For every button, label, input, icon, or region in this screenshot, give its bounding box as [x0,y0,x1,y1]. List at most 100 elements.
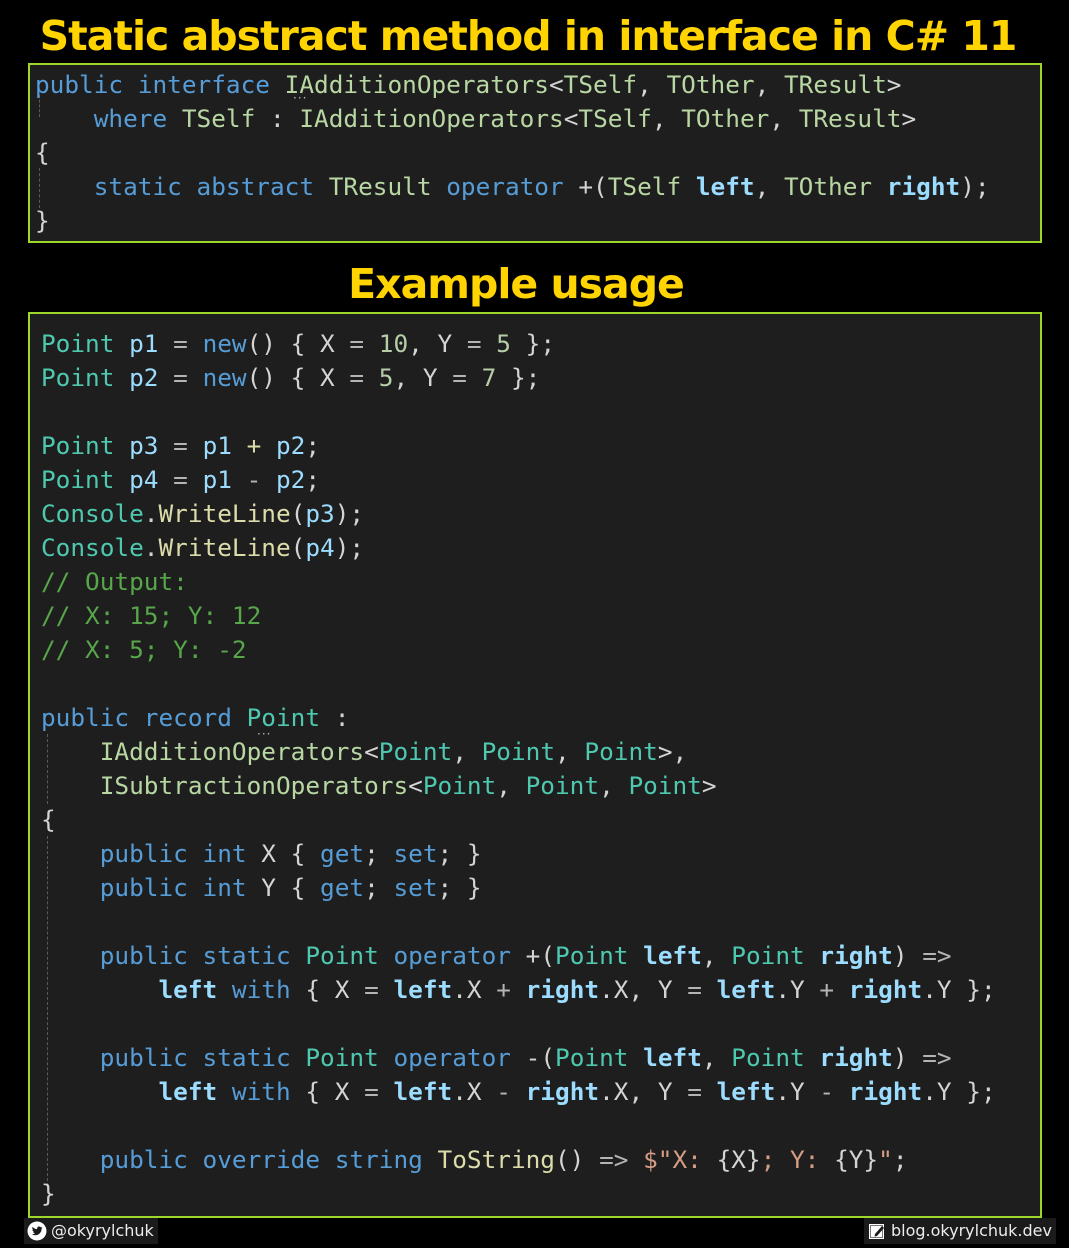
code-token: Point [305,941,379,970]
code-token: right [819,1043,893,1072]
code-token: TResult [328,172,432,201]
code-token: // X: 15; Y: 12 [41,601,262,630]
code-token: } [35,206,50,235]
code-token: Point [246,703,321,732]
code-token: .X [452,1077,497,1106]
code-token: 7 [481,363,497,392]
code-token: < [563,104,579,133]
example-code-block: ··· Point p1 = new() { X = 10, Y = 5 }; P… [28,312,1042,1218]
code-token: , [701,1043,732,1072]
code-token: Point [422,771,497,800]
code-token: < [364,737,379,766]
code-token: { [35,138,50,167]
code-token: public [35,70,124,99]
code-token: , [701,941,732,970]
example-code: Point p1 = new() { X = 10, Y = 5 }; Point… [41,327,996,1211]
code-token: Point [731,941,805,970]
code-token: < [548,70,564,99]
blog-credit[interactable]: blog.okyrylchuk.dev [864,1218,1056,1244]
code-token: { X [290,975,365,1004]
code-token: ISubtractionOperators [99,771,409,800]
code-token: Y { [246,873,321,902]
code-token: ) [892,1043,923,1072]
code-token: left [393,1077,453,1106]
code-token: // Output: [41,567,188,596]
code-token: IAdditionOperators [284,70,549,99]
code-token: TOther [681,104,770,133]
code-token: + [231,431,276,460]
code-token: - [496,1077,511,1106]
code-token: p1 [202,465,232,494]
code-token: ; } [437,839,482,868]
code-token: static [93,172,182,201]
code-token: TResult [798,104,902,133]
code-token: + [496,975,511,1004]
code-token: , [637,70,667,99]
code-token: WriteLine [158,499,291,528]
code-token: public [99,1145,188,1174]
code-token: Console [41,533,144,562]
code-token: = [364,975,379,1004]
code-token: left [643,941,702,970]
code-token: TSelf [578,104,652,133]
code-token: () [555,1145,600,1174]
code-token: = [452,363,467,392]
code-line: public int X { get; set; } [41,837,996,871]
code-token: set [393,839,438,868]
code-line: Point p1 = new() { X = 10, Y = 5 }; [41,327,996,361]
code-token: . [143,499,159,528]
code-token: Point [628,771,702,800]
code-token: abstract [196,172,315,201]
code-token: int [202,873,247,902]
twitter-credit[interactable]: @okyrylchuk [24,1218,158,1244]
code-token: : [320,703,350,732]
code-token: static [202,1043,291,1072]
code-token: ); [334,533,365,562]
code-token: record [143,703,232,732]
code-token: , [555,737,585,766]
code-token: .X, Y [599,975,688,1004]
code-token: TSelf [563,70,638,99]
code-token: public [99,873,188,902]
code-line: Point p2 = new() { X = 5, Y = 7 }; [41,361,996,395]
code-line: public static Point operator -(Point lef… [41,1041,996,1075]
code-token: { X [290,1077,365,1106]
code-token: , [754,70,784,99]
code-line: { [35,136,990,170]
code-token: p1 [129,329,159,358]
code-token: right [886,172,961,201]
code-token: p4 [129,465,159,494]
code-line: // X: 15; Y: 12 [41,599,996,633]
code-token: TOther [666,70,755,99]
code-token: left [695,172,755,201]
code-token: Point [41,465,115,494]
code-token: ; Y: [760,1145,835,1174]
code-token: { [41,805,56,834]
code-token: ) [892,941,923,970]
code-token: -( [510,1043,556,1072]
code-token: Point [731,1043,805,1072]
